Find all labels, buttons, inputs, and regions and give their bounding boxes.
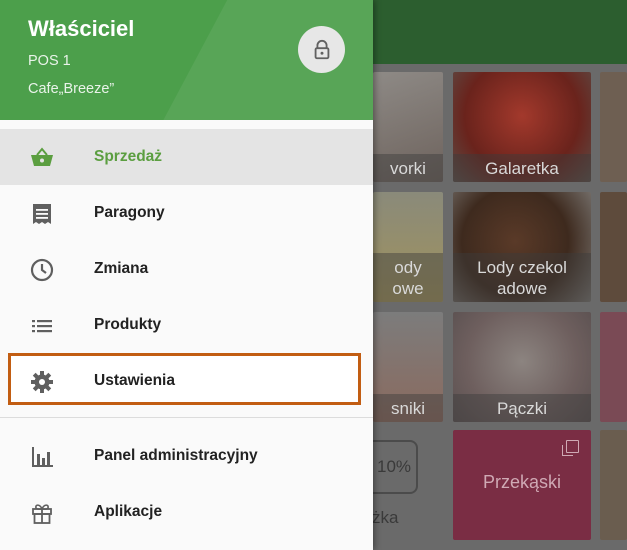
- product-tile-label: Pączki: [453, 394, 591, 422]
- store-name: Cafe„Breeze”: [28, 81, 115, 97]
- product-tile[interactable]: Galaretka: [453, 72, 591, 182]
- list-icon: [32, 320, 52, 333]
- drawer-header: Właściciel POS 1 Cafe„Breeze”: [0, 0, 373, 120]
- menu-item-zmiana[interactable]: Zmiana: [0, 241, 373, 297]
- menu-item-label: Zmiana: [94, 260, 149, 277]
- receipt-icon: [33, 204, 51, 224]
- product-tile-label: vorki: [373, 154, 443, 182]
- menu-item-label: Aplikacje: [94, 503, 163, 520]
- product-tile[interactable]: Lody czekol adowe: [453, 192, 591, 302]
- category-label: żka: [372, 508, 399, 527]
- bar-chart-icon: [32, 447, 53, 467]
- product-tile[interactable]: [600, 72, 627, 182]
- product-tile[interactable]: vorki: [373, 72, 443, 182]
- menu-item-aplikacje[interactable]: Aplikacje: [0, 484, 373, 540]
- product-tile[interactable]: ody owe: [373, 192, 443, 302]
- user-name: Właściciel: [28, 16, 135, 41]
- menu-item-label: Produkty: [94, 316, 162, 333]
- product-tile-label: Lody czekol adowe: [453, 253, 591, 302]
- menu-item-panel-administracyjny[interactable]: Panel administracyjny: [0, 428, 373, 484]
- menu-item-paragony[interactable]: Paragony: [0, 185, 373, 241]
- menu-item-label: Panel administracyjny: [94, 447, 258, 464]
- gear-icon: [31, 371, 53, 393]
- product-tile-label: ody owe: [373, 253, 443, 302]
- product-tile[interactable]: [600, 312, 627, 422]
- menu-item-label: Ustawienia: [94, 372, 175, 389]
- navigation-drawer: Właściciel POS 1 Cafe„Breeze” Sprzedaż P…: [0, 0, 373, 550]
- menu-item-label: Sprzedaż: [94, 148, 163, 165]
- pos-name: POS 1: [28, 53, 71, 69]
- product-tile-label: sniki: [373, 394, 443, 422]
- lock-icon: [314, 39, 329, 59]
- basket-icon: [31, 147, 53, 166]
- menu-item-sprzedaz[interactable]: Sprzedaż: [0, 129, 373, 185]
- product-tile[interactable]: Pączki: [453, 312, 591, 422]
- product-tile[interactable]: sniki: [373, 312, 443, 422]
- menu-item-produkty[interactable]: Produkty: [0, 297, 373, 353]
- product-tile-label: Galaretka: [453, 154, 591, 182]
- gift-icon: [32, 504, 52, 524]
- category-tile-label: Przekąski: [482, 472, 562, 492]
- clock-icon: [30, 258, 54, 282]
- menu-item-ustawienia[interactable]: Ustawienia: [0, 353, 373, 409]
- menu-divider: [0, 417, 373, 418]
- menu-item-label: Paragony: [94, 204, 165, 221]
- lock-button[interactable]: [298, 26, 345, 73]
- copy-icon: [562, 440, 579, 456]
- category-tile-snacks[interactable]: Przekąski: [453, 430, 591, 540]
- product-tile[interactable]: [600, 192, 627, 302]
- discount-button[interactable]: 10%: [372, 440, 418, 494]
- product-tile[interactable]: [600, 430, 627, 540]
